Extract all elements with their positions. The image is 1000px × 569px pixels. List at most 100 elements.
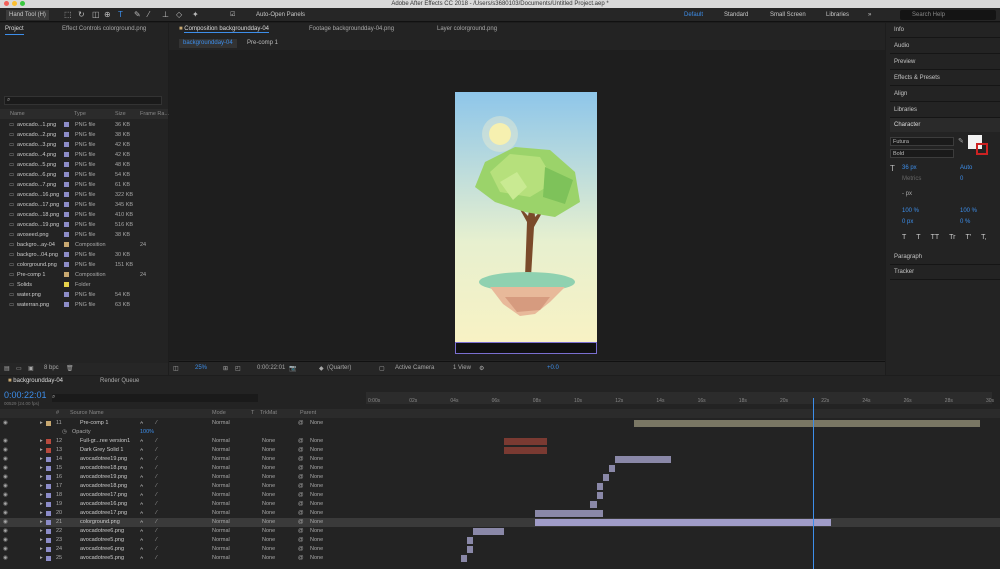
trkmat-select[interactable]: None — [262, 491, 275, 500]
new-folder-icon[interactable]: ▭ — [16, 365, 22, 372]
color-icon[interactable]: ◆ — [319, 365, 324, 372]
pickwhip-icon[interactable]: @ — [298, 464, 304, 473]
layer-name[interactable]: Full-gr...ree version1 — [80, 437, 130, 446]
panel-libraries[interactable]: Libraries — [890, 103, 1000, 118]
panel-align[interactable]: Align — [890, 87, 1000, 102]
layer-name[interactable]: colorground.png — [80, 518, 120, 527]
rotate-tool-icon[interactable]: ↻ — [78, 10, 85, 20]
visibility-eye-icon[interactable]: ◉ — [3, 464, 8, 473]
panel-info[interactable]: Info — [890, 23, 1000, 38]
parent-select[interactable]: None — [310, 482, 323, 491]
interpret-footage-icon[interactable]: ▤ — [4, 365, 10, 372]
baseline-shift-value[interactable]: 0 px — [902, 219, 913, 225]
label-color[interactable] — [46, 502, 51, 507]
new-comp-icon[interactable]: ▣ — [28, 365, 34, 372]
visibility-eye-icon[interactable]: ◉ — [3, 437, 8, 446]
visibility-eye-icon[interactable]: ◉ — [3, 500, 8, 509]
expand-arrow-icon[interactable]: ▸ — [40, 518, 43, 527]
label-color[interactable] — [46, 556, 51, 561]
parent-select[interactable]: None — [310, 419, 323, 428]
font-size-value[interactable]: 36 px — [902, 165, 917, 171]
quality-icon[interactable]: ⁄ — [156, 509, 157, 518]
snapshot-icon[interactable]: 📷 — [289, 365, 296, 372]
layer-duration-bar[interactable] — [615, 456, 671, 463]
label-color[interactable] — [64, 122, 69, 127]
paragraph-panel[interactable]: Paragraph — [890, 250, 1000, 265]
project-item[interactable]: ▭ colorground.png PNG file 151 KB — [0, 260, 168, 270]
bpc-label[interactable]: 8 bpc — [44, 365, 59, 371]
quality-icon[interactable]: ⁄ — [156, 473, 157, 482]
parent-select[interactable]: None — [310, 464, 323, 473]
visibility-eye-icon[interactable]: ◉ — [3, 419, 8, 428]
parent-select[interactable]: None — [310, 455, 323, 464]
project-item[interactable]: ▭ avocado...6.png PNG file 54 KB — [0, 170, 168, 180]
panel-preview[interactable]: Preview — [890, 55, 1000, 70]
quality-icon[interactable]: ⁄ — [156, 446, 157, 455]
visibility-eye-icon[interactable]: ◉ — [3, 482, 8, 491]
trkmat-select[interactable]: None — [262, 500, 275, 509]
grid-icon[interactable]: ⊞ — [223, 365, 228, 372]
layer-row[interactable]: ◉ ▸ 16 avocadotree19.png ⍲ ⁄ Normal None… — [0, 473, 1000, 482]
layer-duration-bar[interactable] — [633, 420, 980, 427]
project-item[interactable]: ▭ Solids Folder — [0, 280, 168, 290]
trkmat-select[interactable]: None — [262, 437, 275, 446]
comp-viewer[interactable] — [169, 50, 885, 360]
zoom-select[interactable]: 25% — [195, 365, 207, 371]
mode-select[interactable]: Normal — [212, 509, 230, 518]
project-item[interactable]: ▭ Pre-comp 1 Composition 24 — [0, 270, 168, 280]
layer-name[interactable]: Pre-comp 1 — [80, 419, 108, 428]
layer-name[interactable]: avocadotree6.png — [80, 527, 124, 536]
col-name[interactable]: Name — [10, 109, 25, 119]
shy-icon[interactable]: ⍲ — [140, 491, 143, 500]
visibility-eye-icon[interactable]: ◉ — [3, 554, 8, 563]
footage-tab[interactable]: Footage backgroundday-04.png — [309, 23, 394, 35]
label-color[interactable] — [46, 547, 51, 552]
layer-duration-bar[interactable] — [503, 447, 548, 454]
label-color[interactable] — [64, 132, 69, 137]
visibility-eye-icon[interactable]: ◉ — [3, 527, 8, 536]
pickwhip-icon[interactable]: @ — [298, 491, 304, 500]
col-parent[interactable]: Parent — [300, 409, 316, 418]
trkmat-select[interactable]: None — [262, 446, 275, 455]
layer-name[interactable]: avocadotree6.png — [80, 545, 124, 554]
col-trkmat[interactable]: TrkMat — [260, 409, 277, 418]
region-icon[interactable]: ◫ — [173, 365, 179, 372]
label-color[interactable] — [64, 182, 69, 187]
project-item[interactable]: ▭ avoseed.png PNG file 38 KB — [0, 230, 168, 240]
pickwhip-icon[interactable]: @ — [298, 518, 304, 527]
pickwhip-icon[interactable]: @ — [298, 419, 304, 428]
col-size[interactable]: Size — [115, 109, 126, 119]
layer-name[interactable]: avocadotree18.png — [80, 464, 127, 473]
layer-row[interactable]: ◉ ▸ 24 avocadotree6.png ⍲ ⁄ Normal None … — [0, 545, 1000, 554]
timeline-search-input[interactable]: ⌕ — [52, 394, 258, 402]
layer-duration-bar[interactable] — [503, 438, 548, 445]
parent-select[interactable]: None — [310, 554, 323, 563]
mode-select[interactable]: Normal — [212, 527, 230, 536]
label-color[interactable] — [46, 493, 51, 498]
text-style-button[interactable]: T — [916, 234, 920, 241]
label-color[interactable] — [46, 520, 51, 525]
layer-duration-bar[interactable] — [534, 510, 603, 517]
project-item[interactable]: ▭ avocado...3.png PNG file 42 KB — [0, 140, 168, 150]
playhead[interactable] — [812, 398, 814, 569]
roi-icon[interactable]: ▢ — [379, 365, 385, 372]
pickwhip-icon[interactable]: @ — [298, 473, 304, 482]
layer-row[interactable]: ◉ ▸ 19 avocadotree16.png ⍲ ⁄ Normal None… — [0, 500, 1000, 509]
quality-icon[interactable]: ⁄ — [156, 518, 157, 527]
pickwhip-icon[interactable]: @ — [298, 455, 304, 464]
visibility-eye-icon[interactable]: ◉ — [3, 536, 8, 545]
label-color[interactable] — [46, 448, 51, 453]
layer-duration-bar[interactable] — [534, 519, 832, 526]
kerning-value[interactable]: Metrics — [902, 176, 921, 182]
layer-bounding-box[interactable] — [455, 342, 597, 354]
pen-tool-icon[interactable]: ✎ — [134, 10, 141, 20]
pickwhip-icon[interactable]: @ — [298, 446, 304, 455]
visibility-eye-icon[interactable]: ◉ — [3, 509, 8, 518]
layer-property-row[interactable]: ◷ Opacity 100% — [0, 428, 1000, 437]
mode-select[interactable]: Normal — [212, 419, 230, 428]
quality-icon[interactable]: ⁄ — [156, 554, 157, 563]
hand-tool-button[interactable]: Hand Tool (H) — [6, 10, 49, 20]
trkmat-select[interactable]: None — [262, 545, 275, 554]
label-color[interactable] — [46, 511, 51, 516]
shy-icon[interactable]: ⍲ — [140, 545, 143, 554]
